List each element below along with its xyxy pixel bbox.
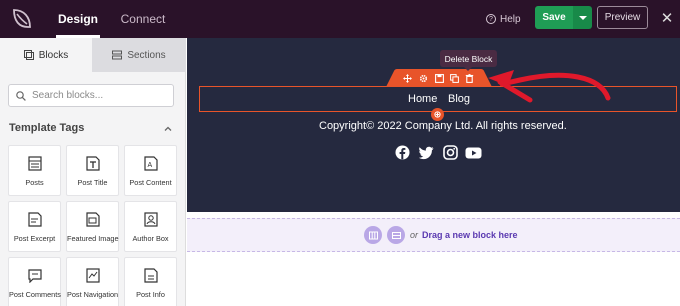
- blocks-sidebar: Blocks Sections Template Tags Posts Post…: [0, 38, 186, 306]
- tab-sections-label: Sections: [127, 49, 166, 61]
- block-tile-post-info[interactable]: Post Info: [124, 257, 177, 306]
- post-title-icon: [86, 156, 100, 171]
- twitter-icon[interactable]: [419, 145, 434, 160]
- block-label: Post Comments: [9, 290, 61, 299]
- block-tile-post-content[interactable]: A Post Content: [124, 145, 177, 196]
- tab-blocks-label: Blocks: [38, 49, 69, 61]
- tab-design[interactable]: Design: [46, 0, 110, 38]
- block-label: Post Navigation: [67, 290, 119, 299]
- nav-link-home[interactable]: Home: [408, 93, 437, 105]
- close-icon[interactable]: ✕: [657, 8, 677, 28]
- facebook-icon[interactable]: [395, 145, 410, 160]
- block-tile-post-navigation[interactable]: Post Navigation: [66, 257, 119, 306]
- block-tile-post-comments[interactable]: Post Comments: [8, 257, 61, 306]
- svg-text:A: A: [148, 162, 153, 169]
- block-tile-post-excerpt[interactable]: Post Excerpt: [8, 201, 61, 252]
- post-info-icon: [144, 268, 158, 283]
- instagram-icon[interactable]: [443, 145, 458, 160]
- block-label: Post Content: [129, 178, 172, 187]
- annotation-arrow: [488, 70, 611, 103]
- duplicate-icon[interactable]: [448, 72, 460, 84]
- block-label: Posts: [25, 178, 44, 187]
- sections-icon: [112, 50, 123, 60]
- tab-sections[interactable]: Sections: [92, 38, 186, 72]
- post-comments-icon: [28, 269, 42, 283]
- question-circle-icon: ?: [486, 14, 496, 24]
- post-navigation-icon: [86, 268, 100, 283]
- block-label: Post Info: [136, 290, 165, 299]
- youtube-icon[interactable]: [465, 145, 482, 160]
- save-icon[interactable]: [433, 72, 445, 84]
- copyright-text: Copyright© 2022 Company Ltd. All rights …: [319, 120, 567, 132]
- add-section-icon[interactable]: [364, 226, 382, 244]
- move-icon[interactable]: [401, 72, 413, 84]
- block-tile-post-title[interactable]: Post Title: [66, 145, 119, 196]
- featured-image-icon: [86, 212, 100, 227]
- trash-icon[interactable]: [463, 72, 475, 84]
- block-tile-posts[interactable]: Posts: [8, 145, 61, 196]
- help-label: Help: [500, 13, 521, 25]
- chevron-up-icon[interactable]: [163, 124, 173, 134]
- search-blocks-input[interactable]: [32, 90, 172, 101]
- block-label: Post Title: [77, 178, 108, 187]
- nav-link-blog[interactable]: Blog: [448, 93, 470, 105]
- search-blocks-field[interactable]: [8, 84, 174, 107]
- search-icon: [16, 90, 26, 101]
- help-link[interactable]: ? Help: [486, 10, 521, 28]
- seedprod-leaf-icon[interactable]: [9, 7, 35, 31]
- block-label: Author Box: [132, 234, 169, 243]
- block-toolbar: [388, 70, 489, 86]
- save-dropdown-button[interactable]: [573, 6, 592, 29]
- blocks-icon: [23, 50, 34, 60]
- drag-new-block-link[interactable]: Drag a new block here: [422, 230, 518, 240]
- block-tile-featured-image[interactable]: Featured Image: [66, 201, 119, 252]
- add-row-icon[interactable]: [387, 226, 405, 244]
- block-label: Post Excerpt: [13, 234, 56, 243]
- block-tile-author-box[interactable]: Author Box: [124, 201, 177, 252]
- posts-icon: [28, 156, 42, 171]
- post-content-icon: A: [144, 156, 158, 171]
- drop-or-label: or: [410, 230, 419, 240]
- tab-connect[interactable]: Connect: [112, 0, 174, 38]
- save-button[interactable]: Save: [535, 6, 573, 29]
- post-excerpt-icon: [28, 212, 42, 227]
- settings-icon[interactable]: [417, 72, 429, 84]
- template-tags-heading[interactable]: Template Tags: [9, 122, 175, 138]
- block-label: Featured Image: [67, 234, 119, 243]
- top-bar: Design Connect ? Help Save Preview ✕: [0, 0, 680, 38]
- preview-button[interactable]: Preview: [597, 6, 648, 29]
- tab-blocks[interactable]: Blocks: [0, 38, 92, 72]
- author-box-icon: [144, 212, 158, 227]
